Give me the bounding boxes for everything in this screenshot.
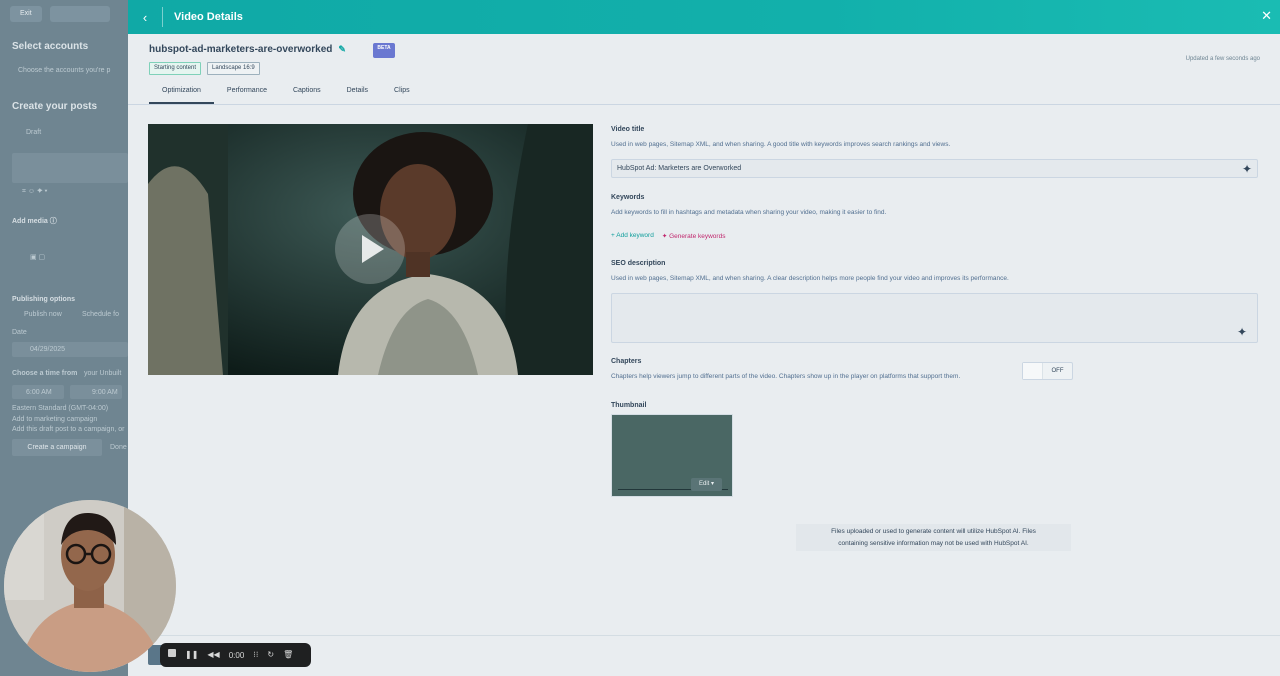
generate-keywords-link[interactable]: ✦ Generate keywords (662, 232, 726, 240)
tag-landscape: Landscape 16:9 (207, 62, 260, 75)
choose-time-label: Choose a time from (12, 370, 78, 377)
toggle-knob (1023, 363, 1043, 379)
create-posts-heading: Create your posts (12, 101, 98, 112)
recording-time: 0:00 (228, 650, 245, 660)
tab-divider (128, 104, 1280, 105)
time-slot-2-label: 9:00 AM (92, 389, 118, 396)
play-icon[interactable] (335, 214, 405, 284)
keywords-help: Add keywords to fill in hashtags and met… (611, 209, 887, 216)
keyword-actions: + Add keyword ✦ Generate keywords (611, 232, 725, 240)
video-title-label: Video title (611, 126, 645, 133)
pause-icon[interactable]: ❚❚ (185, 643, 198, 667)
recorder-controls: ❚❚ ◀◀ 0:00 ⁝⁝ ↻ 🗑 (160, 643, 311, 667)
seo-label: SEO description (611, 260, 666, 267)
done-link[interactable]: Done (110, 444, 127, 451)
schedule-radio[interactable]: Schedule fo (82, 311, 119, 318)
video-name: hubspot-ad-marketers-are-overworked (149, 44, 333, 55)
video-title-input[interactable]: HubSpot Ad: Marketers are Overworked ✦ (611, 159, 1258, 178)
sparkle-icon[interactable]: ✦ (1242, 163, 1252, 175)
date-value: 04/29/2025 (30, 346, 66, 353)
video-details-header: ‹ Video Details ✕ (128, 0, 1280, 34)
keywords-label: Keywords (611, 194, 645, 201)
stop-icon (168, 649, 176, 657)
header-divider (162, 7, 163, 27)
chapters-label: Chapters (611, 358, 642, 365)
sparkle-icon[interactable]: ✦ (1237, 326, 1247, 338)
tab-details[interactable]: Details (334, 82, 381, 104)
footer-divider (128, 635, 1280, 636)
create-campaign-button[interactable]: Create a campaign (12, 439, 102, 456)
close-icon: ✕ (1261, 8, 1272, 23)
stop-recording-button[interactable] (168, 643, 176, 667)
thumbnail-edit-button[interactable]: Edit ▾ (691, 478, 722, 491)
exit-button[interactable]: Exit (10, 6, 42, 22)
post-editor-area[interactable] (12, 153, 128, 183)
publishing-options-label: Publishing options (12, 296, 75, 303)
chapters-help: Chapters help viewers jump to different … (611, 373, 961, 380)
select-accounts-heading: Select accounts (12, 41, 89, 52)
date-label: Date (12, 329, 27, 336)
updated-status: Updated a few seconds ago (1185, 56, 1260, 62)
tag-starting-content: Starting content (149, 62, 202, 75)
thumbnail-label: Thumbnail (611, 402, 647, 409)
chapters-toggle-state: OFF (1051, 368, 1064, 374)
add-media-label: Add media ⓘ (12, 218, 57, 225)
ai-disclaimer-line1: Files uploaded or used to generate conte… (831, 528, 1036, 535)
chevron-left-icon: ‹ (142, 9, 148, 25)
tab-performance[interactable]: Performance (214, 82, 280, 104)
video-tags: Starting content Landscape 16:9 (149, 62, 260, 75)
add-keyword-link[interactable]: + Add keyword (611, 232, 654, 240)
restart-icon[interactable]: ↻ (267, 643, 274, 667)
chapters-toggle[interactable]: OFF (1022, 362, 1073, 380)
video-name-row: hubspot-ad-marketers-are-overworked ✎ (149, 44, 346, 55)
beta-badge: BETA (373, 43, 395, 58)
time-slot-1-label: 6:00 AM (26, 389, 52, 396)
video-title-value: HubSpot Ad: Marketers are Overworked (617, 165, 742, 172)
unbuilt-link[interactable]: your Unbuilt (84, 370, 121, 377)
close-button[interactable]: ✕ (1261, 8, 1272, 24)
seo-description-textarea[interactable]: ✦ (611, 293, 1258, 343)
rewind-icon[interactable]: ◀◀ (207, 643, 219, 667)
ai-disclaimer: Files uploaded or used to generate conte… (796, 524, 1071, 551)
ai-disclaimer-line2: containing sensitive information may not… (838, 540, 1029, 547)
background-disabled-button (49, 6, 110, 22)
presenter-avatar (4, 500, 176, 672)
video-title-help: Used in web pages, Sitemap XML, and when… (611, 141, 951, 148)
grid-icon[interactable]: ⁝⁝ (253, 643, 258, 667)
tab-bar: Optimization Performance Captions Detail… (149, 82, 423, 104)
back-button[interactable]: ‹ (128, 0, 162, 34)
publish-now-radio[interactable]: Publish now (24, 311, 62, 318)
webcam-overlay (4, 500, 176, 672)
media-icons: ▣ ▢ (30, 254, 46, 261)
choose-accounts-text: Choose the accounts you're p (18, 67, 111, 74)
seo-help: Used in web pages, Sitemap XML, and when… (611, 275, 1009, 282)
add-marketing-subtext: Add this draft post to a campaign, or (12, 426, 125, 433)
timezone-text: Eastern Standard (GMT-04:00) (12, 405, 109, 412)
pencil-icon[interactable]: ✎ (338, 44, 346, 55)
add-marketing-text: Add to marketing campaign (12, 416, 98, 423)
tab-clips[interactable]: Clips (381, 82, 423, 104)
tab-optimization[interactable]: Optimization (149, 82, 214, 104)
editor-toolbar-icons: ⌗ ☺ ✦ ▾ (22, 188, 48, 195)
tab-captions[interactable]: Captions (280, 82, 334, 104)
page-title: Video Details (174, 11, 243, 23)
trash-icon[interactable]: 🗑 (283, 643, 293, 667)
draft-label: Draft (26, 129, 42, 136)
